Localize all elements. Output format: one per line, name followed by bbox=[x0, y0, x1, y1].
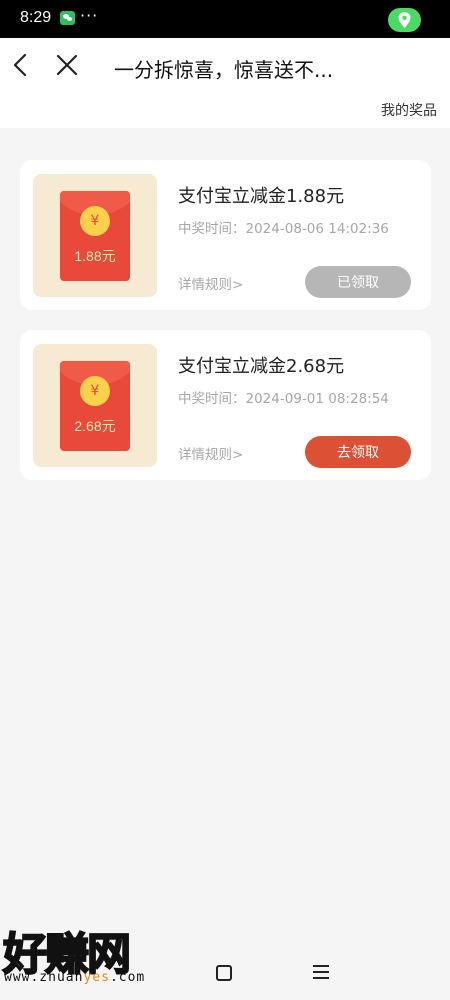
prize-name: 支付宝立减金1.88元 bbox=[178, 186, 345, 207]
red-envelope-icon: ¥ 1.88元 bbox=[60, 191, 130, 281]
prize-thumbnail: ¥ 2.68元 bbox=[33, 344, 157, 467]
nav-bar: 一分拆惊喜，惊喜送不... 我的奖品 bbox=[0, 38, 450, 128]
yuan-coin-icon: ¥ bbox=[80, 376, 110, 406]
menu-icon[interactable] bbox=[313, 965, 329, 981]
prize-thumbnail: ¥ 1.88元 bbox=[33, 174, 157, 297]
win-time-value: 2024-08-06 14:02:36 bbox=[245, 221, 389, 237]
status-time: 8:29 bbox=[20, 9, 52, 26]
envelope-amount: 2.68元 bbox=[74, 418, 116, 434]
rules-link[interactable]: 详情规则> bbox=[178, 443, 243, 463]
wechat-icon bbox=[60, 11, 75, 25]
my-prizes-link[interactable]: 我的奖品 bbox=[381, 100, 437, 120]
win-time-label: 中奖时间： bbox=[178, 221, 246, 237]
watermark: 好赚网 www.zhuanyes.com bbox=[0, 918, 200, 990]
back-icon[interactable] bbox=[8, 51, 32, 79]
prize-card: ¥ 1.88元 支付宝立减金1.88元 中奖时间：2024-08-06 14:0… bbox=[20, 160, 431, 310]
more-dots-icon: ··· bbox=[80, 6, 99, 25]
claim-button[interactable]: 去领取 bbox=[305, 436, 411, 468]
rules-link[interactable]: 详情规则> bbox=[178, 273, 243, 293]
close-icon[interactable] bbox=[54, 51, 80, 79]
claimed-button[interactable]: 已领取 bbox=[305, 266, 411, 298]
location-icon[interactable] bbox=[388, 8, 421, 32]
win-time-value: 2024-09-01 08:28:54 bbox=[245, 391, 389, 407]
red-envelope-icon: ¥ 2.68元 bbox=[60, 361, 130, 451]
home-square-icon[interactable] bbox=[216, 965, 232, 981]
win-time: 中奖时间：2024-09-01 08:28:54 bbox=[178, 387, 389, 407]
prize-name: 支付宝立减金2.68元 bbox=[178, 356, 345, 377]
win-time: 中奖时间：2024-08-06 14:02:36 bbox=[178, 217, 389, 237]
prize-card: ¥ 2.68元 支付宝立减金2.68元 中奖时间：2024-09-01 08:2… bbox=[20, 330, 431, 480]
watermark-url: www.zhuanyes.com bbox=[4, 970, 146, 985]
win-time-label: 中奖时间： bbox=[178, 391, 246, 407]
status-bar: 8:29 ··· bbox=[0, 0, 450, 38]
page-title: 一分拆惊喜，惊喜送不... bbox=[114, 58, 334, 82]
yuan-coin-icon: ¥ bbox=[80, 206, 110, 236]
envelope-amount: 1.88元 bbox=[74, 248, 116, 264]
